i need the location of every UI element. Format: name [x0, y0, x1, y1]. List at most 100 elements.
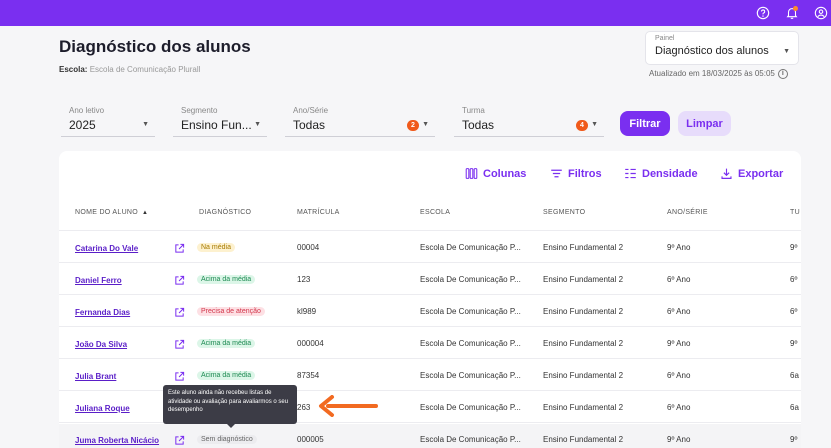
school-label: Escola:	[59, 65, 88, 74]
registration-cell: 123	[297, 275, 311, 284]
segment-value: Ensino Fun...	[181, 118, 252, 132]
student-name-link[interactable]: Daniel Ferro	[75, 276, 122, 285]
grade-value: Todas	[293, 118, 326, 132]
external-link-icon[interactable]	[174, 369, 185, 381]
student-name-link[interactable]: João Da Silva	[75, 340, 127, 349]
grade-cell: 6º Ano	[667, 403, 691, 412]
annotation-arrow-icon	[319, 395, 378, 417]
segment-label: Segmento	[181, 106, 218, 115]
external-link-icon[interactable]	[174, 273, 185, 285]
grade-cell: 9º Ano	[667, 435, 691, 444]
user-icon[interactable]	[811, 3, 831, 23]
grade-cell: 6º Ano	[667, 275, 691, 284]
registration-cell: 263	[297, 403, 311, 412]
filter-button[interactable]: Filtrar	[620, 111, 670, 136]
class-cell: 6a	[790, 403, 799, 412]
school-cell: Escola De Comunicação P...	[420, 435, 521, 444]
school-cell: Escola De Comunicação P...	[420, 275, 521, 284]
student-name-link[interactable]: Catarina Do Vale	[75, 244, 138, 253]
info-icon[interactable]: i	[777, 69, 788, 79]
school-cell: Escola De Comunicação P...	[420, 307, 521, 316]
export-label: Exportar	[738, 167, 784, 180]
school-cell: Escola De Comunicação P...	[420, 243, 521, 252]
columns-label: Colunas	[483, 167, 527, 180]
student-name-link[interactable]: Fernanda Dias	[75, 308, 130, 317]
school-name: Escola de Comunicação Plurall	[89, 65, 201, 74]
grade-label: Ano/Série	[293, 106, 329, 115]
chevron-down-icon: ▼	[783, 48, 790, 55]
header-registration[interactable]: MATRÍCULA	[297, 209, 340, 216]
density-button[interactable]: Densidade	[624, 167, 698, 180]
page-title: Diagnóstico dos alunos	[59, 37, 251, 56]
segment-cell: Ensino Fundamental 2	[543, 371, 624, 380]
table-row[interactable]: Daniel Ferro Acima da média 123 Escola De C…	[59, 262, 801, 294]
class-value: Todas	[462, 118, 495, 132]
header-diagnosis[interactable]: DIAGNÓSTICO	[199, 209, 251, 216]
external-link-icon[interactable]	[174, 337, 185, 349]
school-cell: Escola De Comunicação P...	[420, 371, 521, 380]
chevron-down-icon: ▼	[422, 121, 429, 128]
table-row[interactable]: João Da Silva Acima da média 000004 Escola …	[59, 326, 801, 358]
columns-icon	[465, 168, 478, 179]
notification-dot	[793, 6, 798, 11]
chevron-down-icon: ▼	[142, 121, 149, 128]
status-badge: Acima da média	[197, 339, 256, 348]
filters-button[interactable]: Filtros	[550, 167, 602, 180]
help-icon[interactable]	[753, 3, 773, 23]
columns-button[interactable]: Colunas	[465, 167, 526, 180]
chevron-down-icon: ▼	[591, 121, 598, 128]
segment-select[interactable]: Segmento Ensino Fun... ▼	[173, 106, 267, 137]
student-name-link[interactable]: Julia Brant	[75, 372, 116, 381]
grade-cell: 6º Ano	[667, 307, 691, 316]
school-cell: Escola De Comunicação P...	[420, 339, 521, 348]
clear-button[interactable]: Limpar	[678, 111, 731, 136]
status-badge: Na média	[197, 243, 235, 252]
year-label: Ano letivo	[69, 106, 105, 115]
panel-value: Diagnóstico dos alunos	[655, 45, 769, 57]
header-school[interactable]: ESCOLA	[420, 209, 450, 216]
external-link-icon[interactable]	[174, 433, 185, 445]
student-name-link[interactable]: Juma Roberta Nicácio	[75, 436, 159, 445]
year-value: 2025	[69, 118, 96, 132]
segment-cell: Ensino Fundamental 2	[543, 307, 624, 316]
school-info: Escola: Escola de Comunicação Plurall	[59, 65, 200, 74]
status-badge: Acima da média	[197, 371, 256, 380]
class-cell: 6a	[790, 371, 799, 380]
header-segment[interactable]: SEGMENTO	[543, 209, 585, 216]
segment-cell: Ensino Fundamental 2	[543, 275, 624, 284]
student-name-link[interactable]: Juliana Roque	[75, 404, 130, 413]
class-cell: 9º	[790, 243, 798, 252]
registration-cell: kl989	[297, 307, 317, 316]
external-link-icon[interactable]	[174, 305, 185, 317]
header-class[interactable]: TU	[790, 209, 800, 216]
external-link-icon[interactable]	[174, 241, 185, 253]
class-cell: 6º	[790, 275, 798, 284]
chevron-down-icon: ▼	[254, 121, 261, 128]
registration-cell: 000004	[297, 339, 324, 348]
header-grade[interactable]: ANO/SÉRIE	[667, 209, 708, 216]
sort-up-icon[interactable]: ▲	[142, 210, 148, 216]
class-cell: 9º	[790, 435, 798, 444]
status-badge: Sem diagnóstico	[197, 435, 257, 444]
segment-cell: Ensino Fundamental 2	[543, 243, 624, 252]
school-cell: Escola De Comunicação P...	[420, 403, 521, 412]
table-row[interactable]: Fernanda Dias Precisa de atenção kl989 Esco…	[59, 294, 801, 326]
filter-lines-icon	[551, 169, 562, 178]
bell-icon[interactable]	[782, 3, 802, 23]
status-badge: Precisa de atenção	[197, 307, 265, 316]
panel-select[interactable]: Painel Diagnóstico dos alunos ▼	[645, 31, 799, 65]
export-button[interactable]: Exportar	[720, 167, 783, 180]
year-select[interactable]: Ano letivo 2025 ▼	[61, 106, 155, 137]
registration-cell: 00004	[297, 243, 320, 252]
class-label: Turma	[462, 106, 485, 115]
header-name-label: NOME DO ALUNO	[75, 209, 139, 216]
registration-cell: 000005	[297, 435, 324, 444]
top-bar	[0, 0, 831, 26]
class-select[interactable]: Turma Todas 4 ▼	[454, 106, 604, 137]
last-updated: Atualizado em 18/03/2025 às 05:05 i	[649, 69, 788, 79]
grade-select[interactable]: Ano/Série Todas 2 ▼	[285, 106, 435, 137]
table-row[interactable]: Catarina Do Vale Na média 00004 Escola De C…	[59, 230, 801, 262]
table-row[interactable]: Juma Roberta Nicácio Sem diagnóstico 00000…	[59, 422, 801, 448]
class-cell: 9º	[790, 339, 798, 348]
header-name[interactable]: NOME DO ALUNO ▲	[75, 209, 148, 216]
